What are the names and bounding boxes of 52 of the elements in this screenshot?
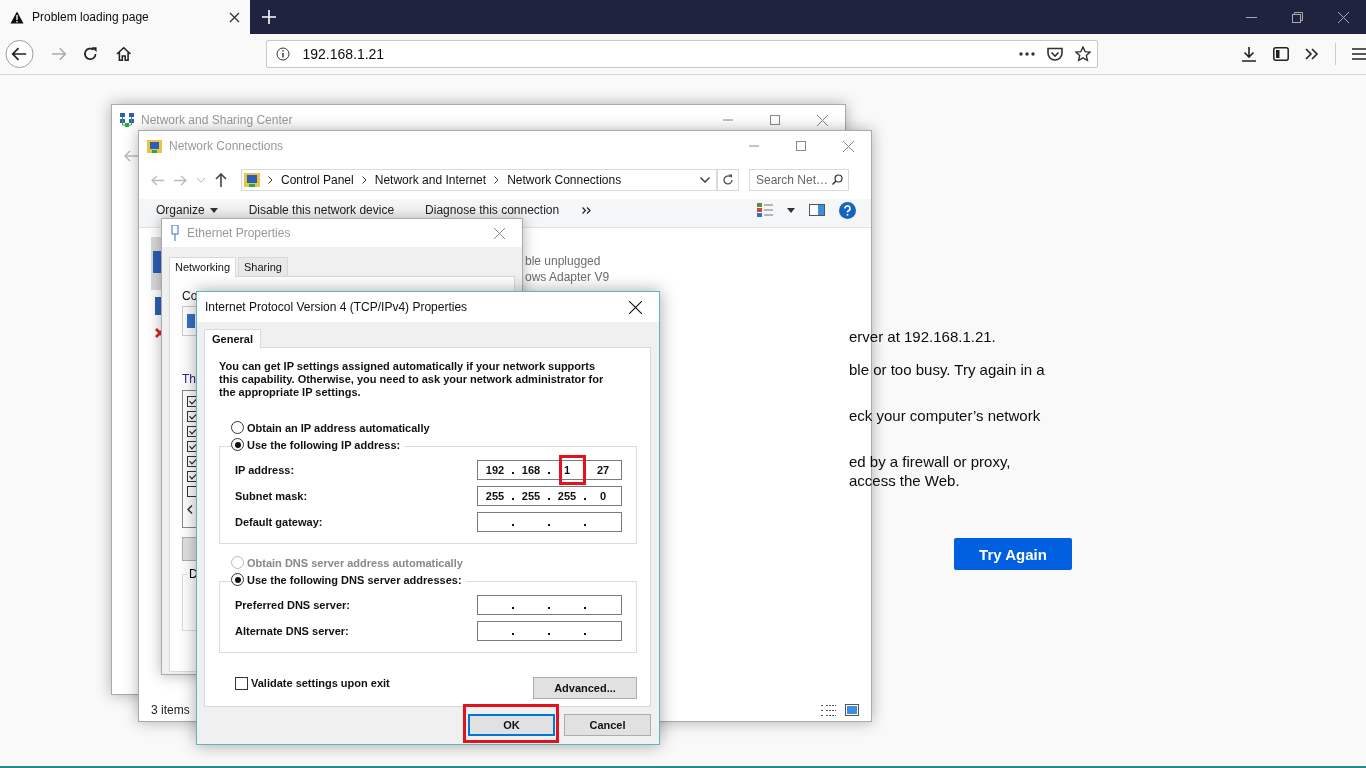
error-message-text: ed by a firewall or proxy, — [849, 453, 1012, 470]
window-title: Ethernet Properties — [187, 226, 291, 240]
dialog-tab[interactable]: Sharing — [238, 257, 288, 276]
octet-value: 27 — [596, 464, 610, 476]
address-bar[interactable]: Control Panel Network and Internet Network Connections — [241, 169, 717, 191]
error-message-text: ble or too busy. Try again in a — [849, 361, 1046, 378]
url-text: 192.168.1.21 — [302, 46, 386, 62]
ip-address-field[interactable]: 255 255 255 0 — [477, 486, 622, 506]
field-label: IP address: — [235, 464, 295, 476]
intro-text: You can get IP settings assigned automatically if your network supports this capability. Otherwise, you need to ask your network administrator for the appropriate IP settings. — [219, 360, 604, 399]
octet-value: 1 — [563, 464, 571, 476]
toolbar-command[interactable]: Organize — [156, 203, 205, 217]
octet-value: 192 — [485, 464, 505, 476]
breadcrumb-item[interactable]: Network and Internet — [374, 173, 487, 187]
octet-value: 255 — [557, 490, 577, 502]
toolbar-command[interactable]: Diagnose this connection — [425, 203, 560, 217]
address-bar[interactable]: 192.168.1.21 — [266, 40, 1098, 68]
breadcrumb-item[interactable]: Control Panel — [281, 173, 354, 187]
advanced-button[interactable]: Advanced... — [533, 677, 637, 699]
window-title: Network and Sharing Center — [141, 113, 293, 127]
ip-address-field[interactable]: 192 168 1 27 — [477, 460, 622, 480]
error-message-text: eck your computer’s network — [849, 407, 1042, 424]
octet-value: 255 — [485, 490, 505, 502]
field-label: Subnet mask: — [235, 490, 308, 502]
error-message-text: access the Web. — [849, 472, 961, 489]
cancel-button[interactable]: Cancel — [564, 714, 651, 736]
checkbox-option[interactable]: Validate settings upon exit — [235, 676, 390, 690]
tab-title: Problem loading page — [32, 10, 150, 24]
adapter-status-text: ble unplugged — [525, 254, 602, 268]
dialog-tab[interactable]: General — [204, 329, 261, 348]
section-label: Th — [182, 372, 196, 386]
breadcrumb-item[interactable]: Network Connections — [507, 173, 622, 187]
error-message-text: erver at 192.168.1.21. — [849, 328, 997, 345]
field-label: Alternate DNS server: — [235, 625, 349, 637]
item-count: 3 items — [151, 703, 190, 717]
browser-tab[interactable]: Problem loading page — [0, 0, 250, 34]
adapter-status-text: ows Adapter V9 — [525, 270, 610, 284]
field-label: Default gateway: — [235, 516, 323, 528]
radio-option[interactable]: Use the following IP address: — [231, 438, 401, 451]
toolbar-command[interactable]: Disable this network device — [248, 203, 395, 217]
field-label: Preferred DNS server: — [235, 599, 350, 611]
dialog-tab[interactable]: Networking — [169, 257, 237, 277]
radio-option[interactable]: Obtain an IP address automatically — [231, 421, 430, 434]
search-field[interactable]: Search Net… — [749, 169, 849, 191]
dialog-title: Internet Protocol Version 4 (TCP/IPv4) Properties — [205, 300, 468, 314]
octet-value: 0 — [599, 490, 607, 502]
radio-option[interactable]: Use the following DNS server addresses: — [231, 573, 462, 586]
octet-value: 255 — [521, 490, 541, 502]
octet-value: 168 — [521, 464, 541, 476]
try-again-button[interactable]: Try Again — [954, 538, 1072, 570]
ok-button[interactable]: OK — [468, 714, 555, 736]
window-title: Network Connections — [169, 139, 284, 153]
